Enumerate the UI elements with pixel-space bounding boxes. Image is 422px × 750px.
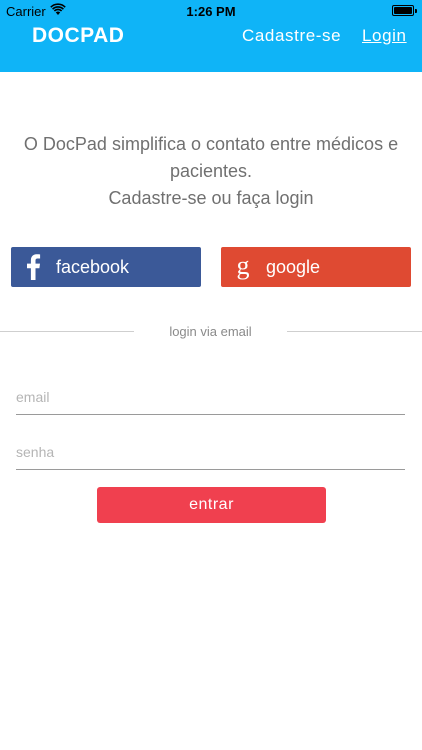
register-link[interactable]: Cadastre-se bbox=[242, 26, 341, 46]
battery-icon bbox=[392, 5, 417, 16]
password-field[interactable] bbox=[16, 440, 405, 470]
status-bar: Carrier 1:26 PM bbox=[0, 0, 422, 22]
intro-line-1: O DocPad simplifica o contato entre médi… bbox=[23, 134, 399, 181]
facebook-login-button[interactable]: facebook bbox=[11, 247, 201, 287]
google-g-icon: g bbox=[221, 247, 265, 287]
facebook-f-icon bbox=[11, 247, 55, 287]
google-login-button[interactable]: g google bbox=[221, 247, 411, 287]
svg-text:g: g bbox=[237, 253, 250, 280]
intro-text: O DocPad simplifica o contato entre médi… bbox=[10, 131, 412, 212]
app-header: Carrier 1:26 PM DOCPAD Cadastre-se Login bbox=[0, 0, 422, 72]
facebook-label: facebook bbox=[56, 256, 130, 277]
status-time: 1:26 PM bbox=[186, 4, 236, 19]
docpad-logo[interactable]: DOCPAD bbox=[32, 24, 124, 48]
intro-line-2: Cadastre-se ou faça login bbox=[108, 188, 314, 208]
email-login-divider-label: login via email bbox=[169, 324, 252, 339]
email-field[interactable] bbox=[16, 385, 405, 415]
battery-fill bbox=[394, 7, 412, 14]
divider-left-line bbox=[0, 331, 134, 332]
divider-right-line bbox=[287, 331, 422, 332]
google-label: google bbox=[266, 256, 321, 277]
login-link[interactable]: Login bbox=[362, 26, 407, 46]
submit-login-button[interactable]: entrar bbox=[97, 487, 326, 523]
